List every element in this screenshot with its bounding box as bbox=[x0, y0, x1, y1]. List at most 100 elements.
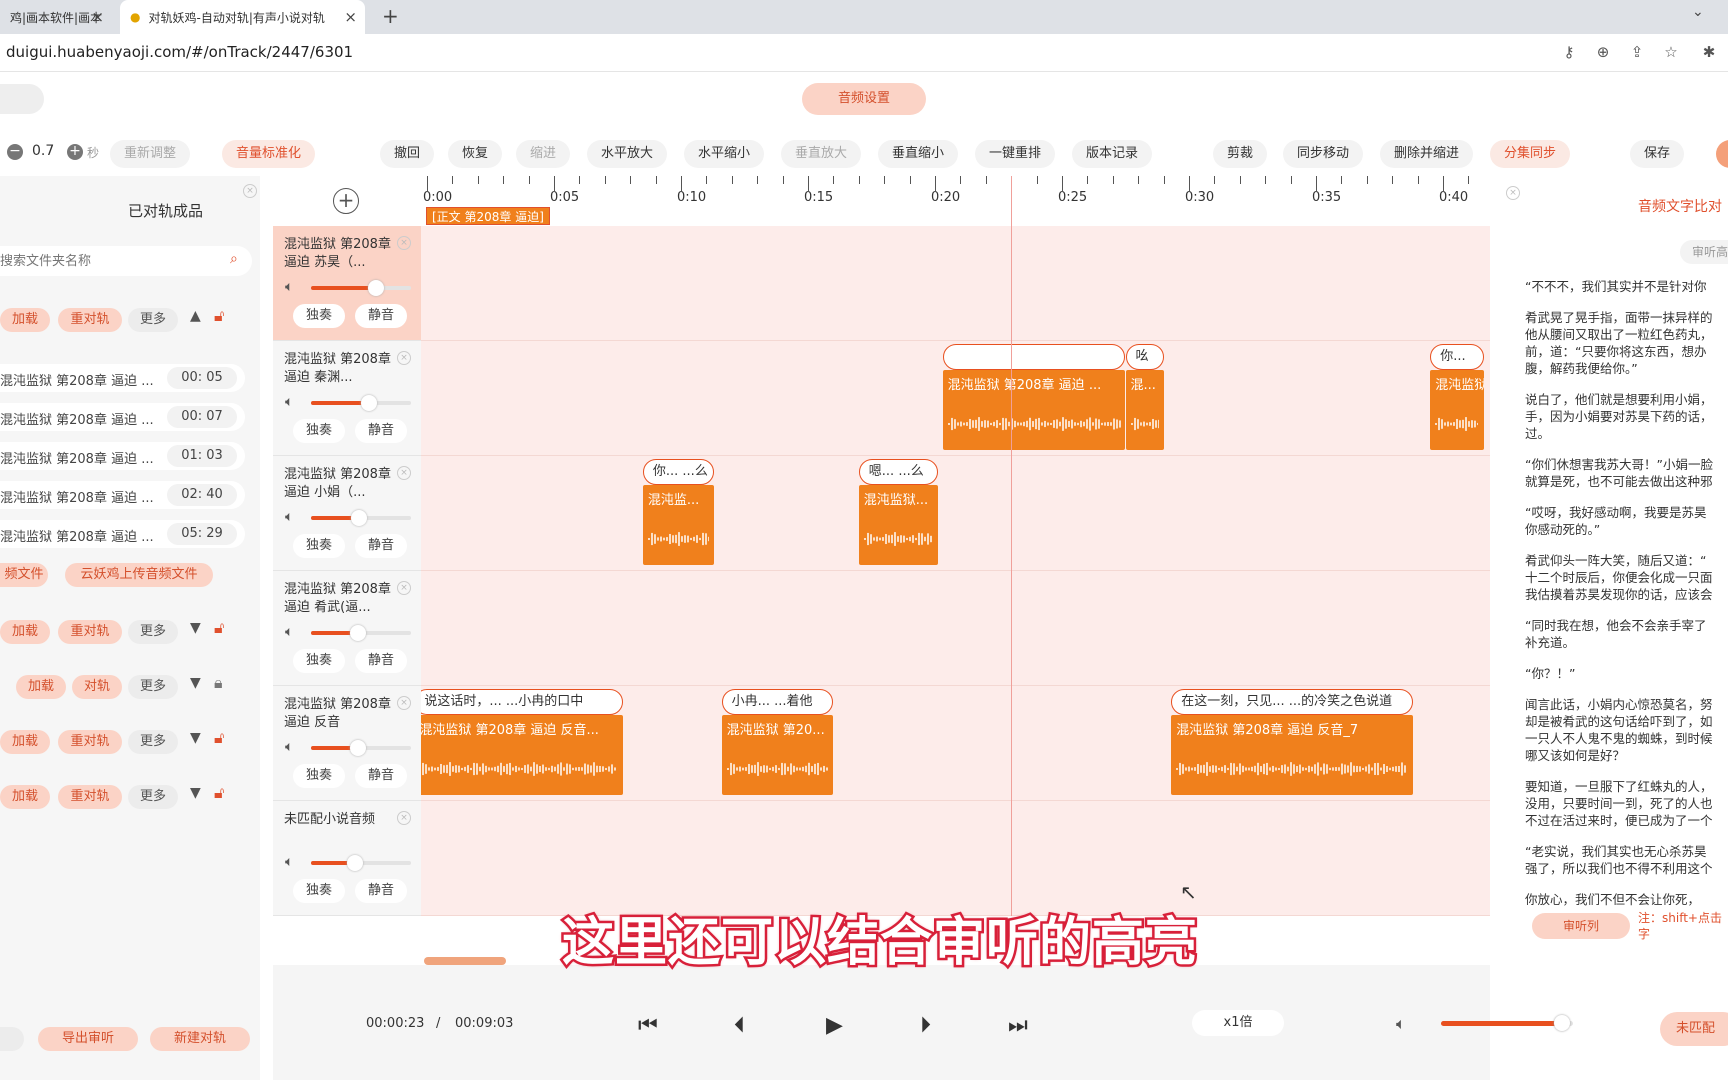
play-icon[interactable]: ▶ bbox=[826, 1015, 843, 1037]
file-row[interactable]: 混沌监狱 第208章 逼迫 ... 05: 29 bbox=[0, 520, 245, 548]
track-volume-slider[interactable] bbox=[311, 625, 411, 641]
track-volume-slider[interactable] bbox=[311, 510, 411, 526]
plus-icon[interactable]: + bbox=[67, 144, 83, 160]
volume-knob[interactable] bbox=[351, 510, 367, 526]
audio-clip[interactable]: 混沌监狱 bbox=[1430, 370, 1484, 450]
upload-cloud-button[interactable]: 云妖鸡上传音频文件 bbox=[65, 563, 213, 587]
close-icon[interactable]: × bbox=[397, 581, 411, 595]
h-zoom-out-button[interactable]: 水平缩小 bbox=[684, 140, 765, 168]
more-button[interactable]: 更多 bbox=[128, 730, 178, 754]
horizontal-scrollbar[interactable] bbox=[424, 957, 506, 965]
mute-button[interactable]: 静音 bbox=[355, 879, 407, 903]
solo-button[interactable]: 独奏 bbox=[293, 419, 345, 443]
clip-text-bubble[interactable]: 在这一刻，只见... ...的冷笑之色说道 bbox=[1171, 689, 1413, 715]
compare-paragraph[interactable]: “同时我在想，他会不会亲手宰了 补充道。 bbox=[1525, 617, 1728, 651]
close-icon[interactable]: × bbox=[397, 236, 411, 250]
compare-paragraph[interactable]: 要知道，一旦服下了红蛛丸的人， 没用，只要时间一到，死了的人也 不过在活过来时，… bbox=[1525, 778, 1728, 829]
compare-paragraph[interactable]: “老实说，我们其实也无心杀苏昊 强了，所以我们也不得不利用这个 bbox=[1525, 843, 1728, 877]
compare-paragraph[interactable]: “哎呀，我好感动啊，我要是苏昊 你感动死的。” bbox=[1525, 504, 1728, 538]
search-input[interactable] bbox=[0, 251, 210, 271]
solo-button[interactable]: 独奏 bbox=[293, 304, 345, 328]
compare-paragraph[interactable]: 闻言此话，小娟内心惊恐莫名，努 却是被肴武的这句话给吓到了，如 一只人不人鬼不鬼… bbox=[1525, 696, 1728, 764]
chevron-down-icon[interactable]: ▼ bbox=[190, 675, 201, 691]
volume-icon[interactable]: 🔈︎ bbox=[285, 509, 293, 525]
clip-text-bubble[interactable]: 你... ...么 bbox=[642, 459, 714, 485]
more-button[interactable]: 更多 bbox=[128, 785, 178, 809]
review-list-button[interactable]: 审听列 bbox=[1532, 913, 1630, 939]
volume-icon[interactable]: 🔈︎ bbox=[285, 854, 293, 870]
readjust-button[interactable]: 重新调整 bbox=[110, 140, 191, 168]
clip-text-bubble[interactable]: 你... bbox=[1430, 344, 1484, 370]
mute-button[interactable]: 静音 bbox=[355, 649, 407, 673]
track-header[interactable]: 混沌监狱 第208章 逼迫 秦渊... × 🔈︎ 独奏 静音 bbox=[273, 341, 421, 456]
chevron-down-icon[interactable]: ⌄ bbox=[1692, 4, 1704, 20]
sync-move-button[interactable]: 同步移动 bbox=[1283, 140, 1364, 168]
file-row[interactable]: 混沌监狱 第208章 逼迫 ... 00: 07 bbox=[0, 403, 245, 431]
load-button[interactable]: 加载 bbox=[0, 785, 50, 809]
volume-icon[interactable]: 🔈︎ bbox=[285, 279, 293, 295]
unmatched-button[interactable]: 未匹配 bbox=[1660, 1012, 1728, 1046]
volume-knob[interactable] bbox=[368, 280, 384, 296]
compare-paragraph[interactable]: 你放心，我们不但不会让你死， bbox=[1525, 891, 1728, 908]
close-icon[interactable]: × bbox=[397, 696, 411, 710]
realign-button[interactable]: 重对轨 bbox=[58, 785, 122, 809]
v-zoom-in-button[interactable]: 垂直放大 bbox=[781, 140, 862, 168]
playhead[interactable] bbox=[1011, 176, 1013, 916]
align-button[interactable]: 对轨 bbox=[72, 675, 122, 699]
unlock-icon[interactable]: 🔓︎ bbox=[214, 618, 224, 638]
audio-clip[interactable]: 混沌监狱 第208章 逼迫 反音_7 bbox=[1171, 715, 1413, 795]
track-volume-slider[interactable] bbox=[311, 740, 411, 756]
compare-paragraph[interactable]: “不不不，我们其实并不是针对你 bbox=[1525, 278, 1728, 295]
audio-clip[interactable]: 混沌监... bbox=[642, 485, 714, 565]
review-highlight-button[interactable]: 审听高 bbox=[1680, 240, 1728, 264]
audio-clip[interactable]: 混沌监狱 第208章 逼迫 ... bbox=[942, 370, 1126, 450]
track-volume-slider[interactable] bbox=[311, 395, 411, 411]
redo-button[interactable]: 恢复 bbox=[448, 140, 503, 168]
volume-knob[interactable] bbox=[350, 625, 366, 641]
star-icon[interactable]: ☆ bbox=[1662, 43, 1680, 61]
delete-indent-button[interactable]: 删除并缩进 bbox=[1380, 140, 1474, 168]
compare-paragraph[interactable]: “你们休想害我苏大哥！”小娟一脸 就算是死，也不可能去做出这种邪 bbox=[1525, 456, 1728, 490]
v-zoom-out-button[interactable]: 垂直缩小 bbox=[878, 140, 959, 168]
audio-clip[interactable]: 混沌监狱 第20... bbox=[721, 715, 834, 795]
file-row[interactable]: 混沌监狱 第208章 逼迫 ... 01: 03 bbox=[0, 442, 245, 470]
chevron-down-icon[interactable]: ▼ bbox=[190, 785, 201, 801]
speed-select[interactable]: x1倍 bbox=[1192, 1010, 1284, 1036]
undo-button[interactable]: 撤回 bbox=[380, 140, 435, 168]
audio-clip[interactable]: 混沌监狱... bbox=[858, 485, 938, 565]
auto-rearrange-button[interactable]: 一键重排 bbox=[975, 140, 1056, 168]
track-header[interactable]: 混沌监狱 第208章 逼迫 小娟（... × 🔈︎ 独奏 静音 bbox=[273, 456, 421, 571]
unlock-icon[interactable]: 🔓︎ bbox=[214, 728, 224, 748]
mute-button[interactable]: 静音 bbox=[355, 534, 407, 558]
solo-button[interactable]: 独奏 bbox=[293, 534, 345, 558]
search-icon[interactable]: ⌕ bbox=[230, 251, 238, 267]
chevron-down-icon[interactable]: ▼ bbox=[190, 620, 201, 636]
upload-local-button[interactable]: 频文件 bbox=[0, 563, 48, 587]
lock-icon[interactable]: 🔒︎ bbox=[214, 673, 223, 693]
toolbar-edge-button[interactable] bbox=[1716, 140, 1728, 168]
indent-button[interactable]: 缩进 bbox=[516, 140, 571, 168]
clip-text-bubble[interactable]: 小冉... ...着他 bbox=[721, 689, 834, 715]
clip-text-bubble[interactable]: 说这话时，... ...小冉的口中 bbox=[421, 689, 623, 715]
chevron-up-icon[interactable]: ▲ bbox=[190, 308, 201, 324]
more-button[interactable]: 更多 bbox=[128, 620, 178, 644]
volume-knob[interactable] bbox=[350, 740, 366, 756]
audio-settings-button[interactable]: 音频设置 bbox=[802, 83, 926, 115]
chevron-down-icon[interactable]: ▼ bbox=[190, 730, 201, 746]
volume-knob[interactable] bbox=[347, 855, 363, 871]
solo-button[interactable]: 独奏 bbox=[293, 764, 345, 788]
master-volume-slider[interactable] bbox=[1441, 1015, 1573, 1031]
solo-button[interactable]: 独奏 bbox=[293, 879, 345, 903]
load-button[interactable]: 加载 bbox=[0, 620, 50, 644]
close-icon[interactable]: × bbox=[397, 351, 411, 365]
close-icon[interactable]: × bbox=[91, 8, 104, 26]
zoom-icon[interactable]: ⊕ bbox=[1594, 43, 1612, 61]
file-row[interactable]: 混沌监狱 第208章 逼迫 ... 00: 05 bbox=[0, 364, 245, 392]
trim-button[interactable]: 剪裁 bbox=[1213, 140, 1268, 168]
next-icon[interactable]: ⏵ bbox=[920, 1015, 931, 1037]
clip-text-bubble[interactable] bbox=[942, 344, 1126, 370]
solo-button[interactable]: 独奏 bbox=[293, 649, 345, 673]
track-lane[interactable] bbox=[421, 456, 1490, 571]
track-lane[interactable] bbox=[421, 571, 1490, 686]
track-lane[interactable] bbox=[421, 801, 1490, 916]
